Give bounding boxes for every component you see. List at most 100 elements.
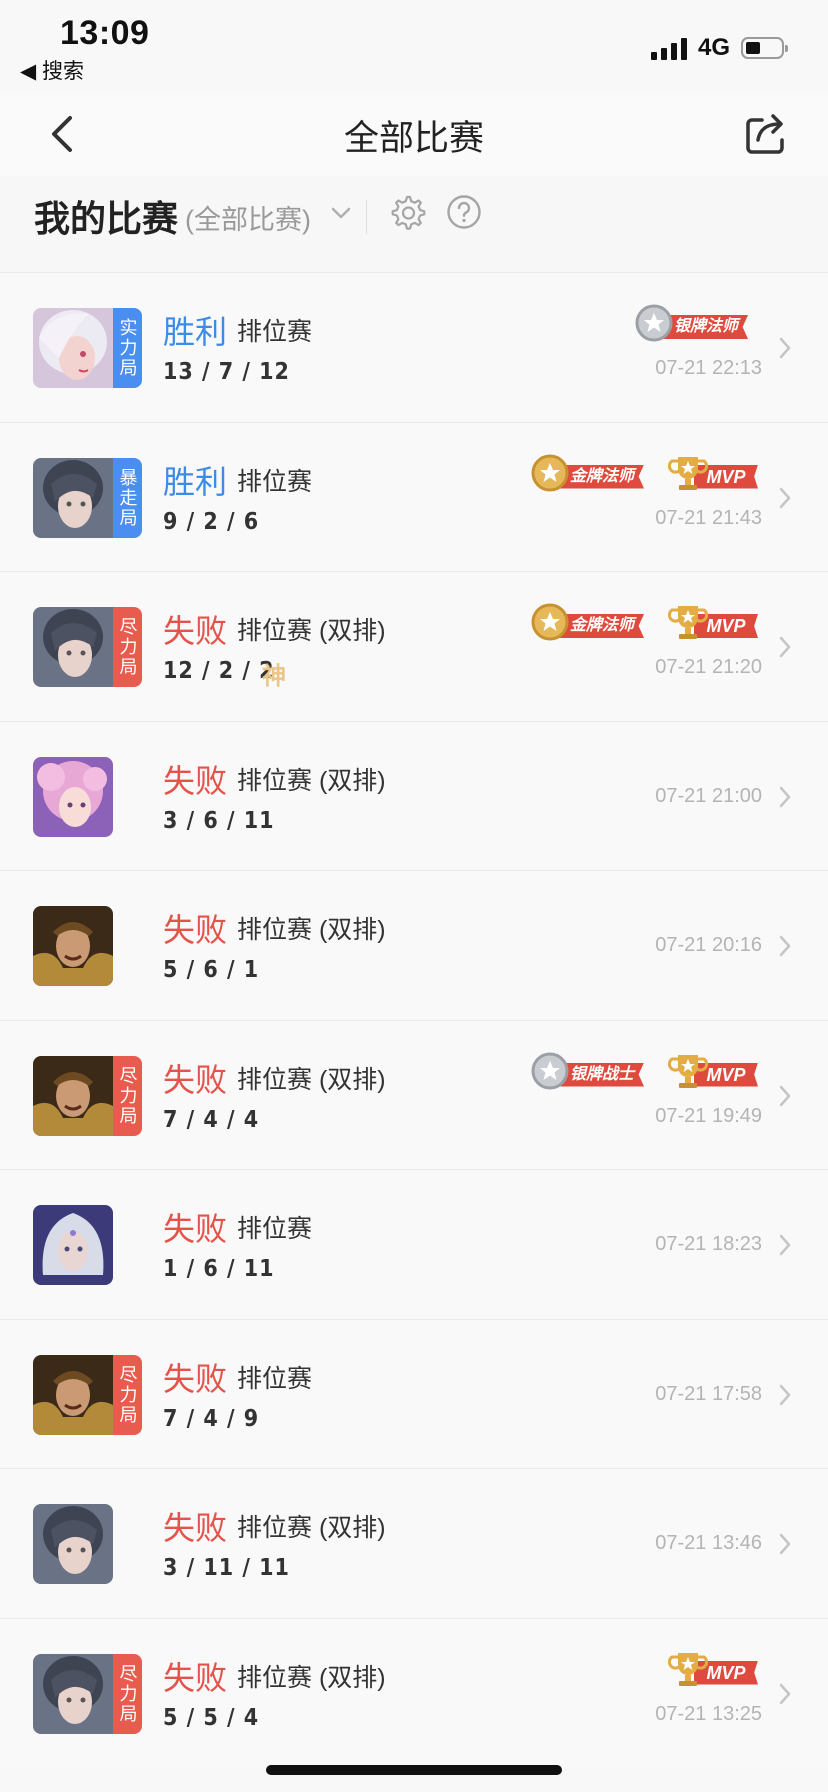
badge-gold-mage: 金牌法师: [530, 453, 658, 493]
hero-portrait-image: [33, 308, 113, 388]
match-tag: 实力局: [113, 308, 142, 388]
match-kda: 5 / 6 / 1: [163, 957, 260, 983]
match-result: 失败: [163, 762, 228, 799]
match-kda: 3 / 11 / 11: [163, 1555, 290, 1581]
match-result: 失败: [163, 1211, 228, 1247]
status-bar: 13:09 ◀ 搜索 4G: [0, 0, 828, 92]
badge-group: MVP: [668, 1649, 762, 1689]
match-date: 07-21 22:13: [655, 357, 762, 379]
match-tag-label: 尽力局: [117, 1364, 138, 1425]
match-result: 失败: [163, 1659, 228, 1696]
match-result: 失败: [163, 1061, 228, 1098]
chevron-right-icon[interactable]: [778, 1084, 792, 1108]
gear-icon[interactable]: [388, 194, 426, 232]
hero-avatar: [33, 1205, 113, 1285]
badge-gold-mage: 金牌法师: [530, 602, 658, 642]
trophy-icon: [668, 606, 708, 639]
match-kda: 3 / 6 / 11: [163, 807, 275, 834]
hero-portrait-image: [33, 906, 113, 986]
trophy-icon: [668, 1652, 708, 1686]
hero-portrait-image: [33, 1205, 113, 1285]
match-date: 07-21 19:49: [655, 1104, 762, 1127]
match-row[interactable]: 尽力局 失败 排位赛 (双排) 12 / 2 / 2 神 金牌法师 MVP 07…: [0, 571, 828, 721]
match-row[interactable]: 实力局 胜利 排位赛 13 / 7 / 12 银牌法师 07-21 22:13: [0, 272, 828, 422]
match-row[interactable]: 失败 排位赛 (双排) 3 / 6 / 11 07-21 21:00: [0, 720, 828, 870]
help-icon[interactable]: [446, 194, 482, 230]
match-date: 07-21 13:46: [655, 1532, 762, 1554]
battery-icon: [741, 37, 788, 59]
divider: [366, 200, 367, 234]
hero-portrait-image: [33, 1504, 113, 1584]
match-result: 失败: [163, 1360, 228, 1397]
hero-avatar: [33, 906, 113, 986]
chevron-right-icon[interactable]: [778, 785, 792, 809]
badge-silver-mage: 银牌法师: [634, 303, 762, 343]
home-indicator[interactable]: [266, 1765, 562, 1775]
match-date: 07-21 13:25: [655, 1702, 762, 1725]
match-date: 07-21 18:23: [655, 1233, 762, 1255]
match-kda: 9 / 2 / 6: [163, 508, 260, 535]
trophy-icon: [668, 1054, 708, 1088]
match-mode: 排位赛: [237, 1364, 313, 1393]
chevron-right-icon[interactable]: [778, 934, 792, 958]
match-date: 07-21 21:00: [655, 784, 762, 807]
hero-avatar: 尽力局: [33, 607, 142, 687]
badge-mvp: MVP: [668, 602, 762, 642]
match-result: 失败: [163, 1510, 228, 1546]
hero-avatar: 尽力局: [33, 1354, 142, 1435]
match-tag-label: 尽力局: [117, 617, 138, 677]
match-result: 胜利: [163, 314, 228, 350]
hero-portrait-image: [33, 756, 113, 837]
badge-group: 金牌法师 MVP: [530, 602, 762, 642]
match-mode: 排位赛 (双排): [237, 1514, 386, 1542]
match-filter-dropdown[interactable]: (全部比赛): [185, 198, 311, 237]
chevron-right-icon[interactable]: [778, 1682, 792, 1706]
match-mode: 排位赛 (双排): [237, 617, 386, 645]
gold-medal-icon: [531, 603, 569, 641]
chevron-right-icon[interactable]: [778, 1233, 792, 1257]
hero-avatar: 暴走局: [33, 457, 142, 538]
match-row[interactable]: 失败 排位赛 1 / 6 / 11 07-21 18:23: [0, 1169, 828, 1319]
badge-group: 银牌法师: [634, 303, 762, 343]
match-mode: 排位赛: [237, 1215, 313, 1243]
match-mode: 排位赛 (双排): [237, 766, 386, 795]
match-result: 胜利: [163, 463, 228, 500]
hero-portrait-image: [33, 1653, 113, 1734]
match-date: 07-21 21:20: [655, 656, 762, 678]
god-like-badge: 神: [262, 663, 286, 690]
trophy-icon: [668, 456, 708, 490]
match-mode: 排位赛: [237, 318, 313, 346]
network-type: 4G: [698, 34, 731, 61]
nav-bar: 全部比赛: [0, 92, 828, 176]
hero-avatar: 尽力局: [33, 1055, 142, 1136]
match-mode: 排位赛 (双排): [237, 1663, 386, 1692]
match-row[interactable]: 暴走局 胜利 排位赛 9 / 2 / 6 金牌法师 MVP 07-21 21:4…: [0, 421, 828, 571]
chevron-right-icon[interactable]: [778, 1532, 792, 1556]
match-row[interactable]: 失败 排位赛 (双排) 5 / 6 / 1 07-21 20:16: [0, 870, 828, 1020]
chevron-down-icon[interactable]: [331, 206, 351, 220]
hero-avatar: [33, 1504, 113, 1584]
match-row[interactable]: 尽力局 失败 排位赛 (双排) 7 / 4 / 4 银牌战士 MVP 07-21…: [0, 1019, 828, 1169]
badge-mvp: MVP: [668, 453, 762, 493]
chevron-right-icon[interactable]: [778, 486, 792, 510]
match-tag-label: 尽力局: [117, 1065, 138, 1126]
match-tag: 尽力局: [113, 1055, 142, 1136]
match-date: 07-21 17:58: [655, 1382, 762, 1405]
match-row[interactable]: 尽力局 失败 排位赛 (双排) 5 / 5 / 4 MVP 07-21 13:2…: [0, 1617, 828, 1767]
hero-avatar: 实力局: [33, 308, 142, 388]
chevron-right-icon[interactable]: [778, 1383, 792, 1407]
match-row[interactable]: 失败 排位赛 (双排) 3 / 11 / 11 07-21 13:46: [0, 1468, 828, 1618]
match-tag: 暴走局: [113, 457, 142, 538]
chevron-right-icon[interactable]: [778, 635, 792, 659]
match-mode: 排位赛 (双排): [237, 1065, 386, 1094]
hero-portrait-image: [33, 457, 113, 538]
chevron-right-icon[interactable]: [778, 336, 792, 360]
match-tag: 尽力局: [113, 607, 142, 687]
share-icon[interactable]: [744, 110, 788, 156]
match-kda: 12 / 2 / 2: [163, 658, 275, 684]
status-time: 13:09: [60, 14, 150, 52]
match-tag-label: 尽力局: [117, 1663, 138, 1724]
back-to-app-link[interactable]: ◀ 搜索: [20, 55, 84, 85]
match-row[interactable]: 尽力局 失败 排位赛 7 / 4 / 9 07-21 17:58: [0, 1318, 828, 1468]
signal-icon: [651, 38, 687, 60]
